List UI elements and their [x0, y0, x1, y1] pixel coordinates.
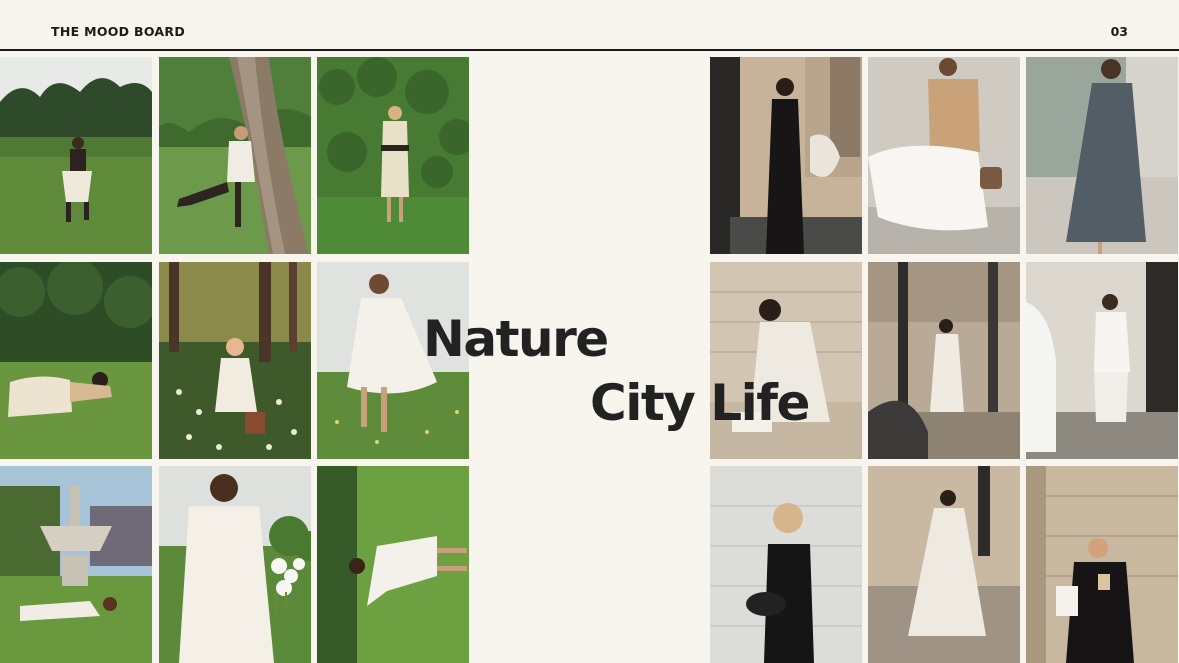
nature-photo-9 [317, 466, 469, 663]
nature-photo-5 [159, 262, 311, 459]
mood-board-title: THE MOOD BOARD [51, 24, 185, 39]
nature-photo-1 [0, 57, 152, 254]
city-photo-1 [710, 57, 862, 254]
heading-city-life: City Life [590, 374, 810, 432]
city-photo-8 [868, 466, 1020, 663]
nature-photo-8 [159, 466, 311, 663]
city-photo-9 [1026, 466, 1178, 663]
header-divider [0, 49, 1179, 51]
nature-photo-2 [159, 57, 311, 254]
city-photo-2 [868, 57, 1020, 254]
heading-nature: Nature [423, 310, 609, 368]
city-photo-3 [1026, 57, 1178, 254]
nature-photo-4 [0, 262, 152, 459]
nature-photo-3 [317, 57, 469, 254]
page-number: 03 [1110, 24, 1128, 39]
city-photo-6 [1026, 262, 1178, 459]
nature-photo-7 [0, 466, 152, 663]
city-photo-5 [868, 262, 1020, 459]
city-photo-7 [710, 466, 862, 663]
